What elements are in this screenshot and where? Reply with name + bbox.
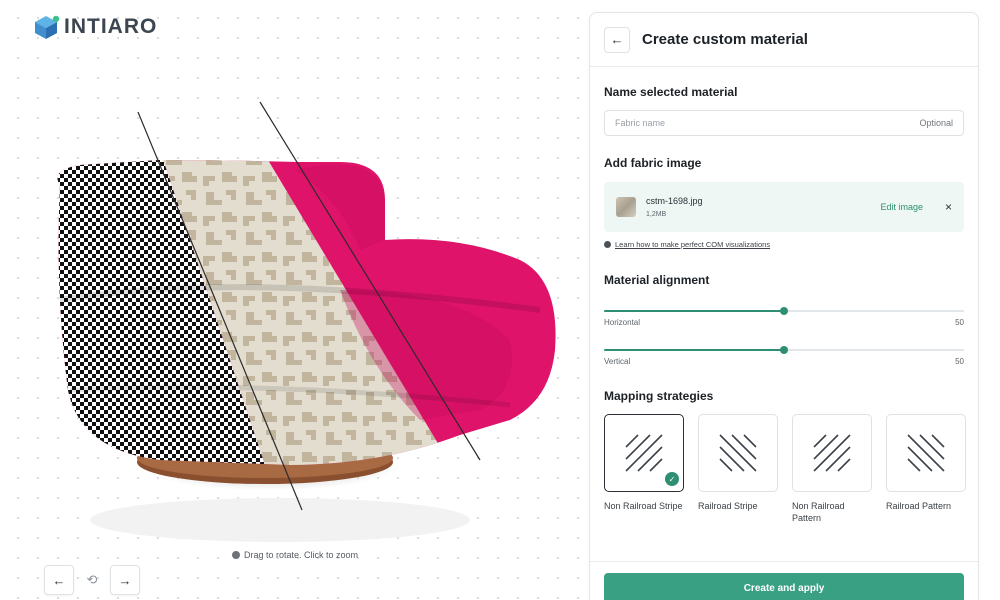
footer-divider [590,561,978,562]
vertical-slider[interactable] [604,346,964,354]
uploaded-file: cstm-1698.jpg 1,2MB Edit image × [604,182,964,232]
mapping-strategies: ✓ Non Railroad Stripe Railroad Stripe No… [604,414,966,524]
armchair-image [57,101,556,542]
mapping-section-title: Mapping strategies [604,389,714,403]
learn-com-link[interactable]: Learn how to make perfect COM visualizat… [615,240,770,249]
slider-handle[interactable] [780,307,788,315]
edit-image-link[interactable]: Edit image [880,202,923,212]
name-section-title: Name selected material [604,85,738,99]
rotate-toggle-button[interactable]: ⟲ [80,565,104,595]
strategy-card[interactable]: ✓ [604,414,684,492]
learn-link-row: Learn how to make perfect COM visualizat… [604,240,770,249]
fabric-name-field[interactable]: Optional [604,110,964,136]
diagonal-stripes-reverse-icon [719,434,757,472]
strategy-railroad-stripe[interactable]: Railroad Stripe [698,414,778,524]
panel-header: ← Create custom material [590,13,978,67]
product-viewer[interactable]: INTIARO Drag to rotate. Click to zoom ← … [0,0,580,600]
rotate-right-button[interactable]: → [110,565,140,595]
arrow-left-icon: ← [52,572,66,588]
diagonal-pattern-reverse-icon [907,434,945,472]
viewer-nav: ← ⟲ → [44,565,140,595]
file-meta: cstm-1698.jpg 1,2MB [646,196,870,218]
strategy-non-railroad-pattern[interactable]: Non Railroad Pattern [792,414,872,524]
custom-material-panel: ← Create custom material Name selected m… [589,12,979,600]
strategy-label: Railroad Stripe [698,501,758,511]
create-and-apply-button[interactable]: Create and apply [604,573,964,600]
armchair-render[interactable] [40,90,580,550]
back-button[interactable]: ← [604,26,630,53]
strategy-card[interactable] [886,414,966,492]
rotate-icon: ⟲ [86,572,98,587]
fabric-thumbnail [616,197,636,217]
alignment-section-title: Material alignment [604,273,710,287]
brand-logo: INTIARO [32,14,157,40]
viewer-hint-text: Drag to rotate. Click to zoom [243,550,359,560]
file-size: 1,2MB [646,211,667,218]
brand-name: INTIARO [64,15,158,38]
info-icon [604,241,611,248]
file-name: cstm-1698.jpg [646,196,703,206]
strategy-label: Railroad Pattern [886,501,952,511]
strategy-label: Non Railroad Stripe [604,501,683,511]
horizontal-slider[interactable] [604,307,964,315]
fabric-name-input[interactable] [615,118,865,128]
diagonal-stripes-icon [625,434,663,472]
strategy-card[interactable] [698,414,778,492]
info-icon [231,551,240,559]
strategy-non-railroad-stripe[interactable]: ✓ Non Railroad Stripe [604,414,684,524]
slider-fill [604,349,784,351]
check-icon: ✓ [665,472,679,486]
vertical-label: Vertical [604,357,631,366]
strategy-railroad-pattern[interactable]: Railroad Pattern [886,414,966,524]
slider-handle[interactable] [780,346,788,354]
arrow-left-icon: ← [610,32,624,47]
horizontal-value: 50 [955,318,964,327]
strategy-card[interactable] [792,414,872,492]
arrow-right-icon: → [118,572,132,588]
vertical-value: 50 [955,357,964,366]
panel-title: Create custom material [642,31,808,48]
diagonal-pattern-icon [813,434,851,472]
optional-label: Optional [919,118,953,128]
intiaro-cube-logo-icon [35,15,60,39]
image-section-title: Add fabric image [604,156,702,170]
remove-file-close-icon[interactable]: × [945,200,952,214]
strategy-label: Non Railroad Pattern [792,501,845,523]
viewer-hint: Drag to rotate. Click to zoom [200,550,390,560]
rotate-left-button[interactable]: ← [44,565,74,595]
horizontal-label: Horizontal [604,318,641,327]
slider-fill [604,310,784,312]
